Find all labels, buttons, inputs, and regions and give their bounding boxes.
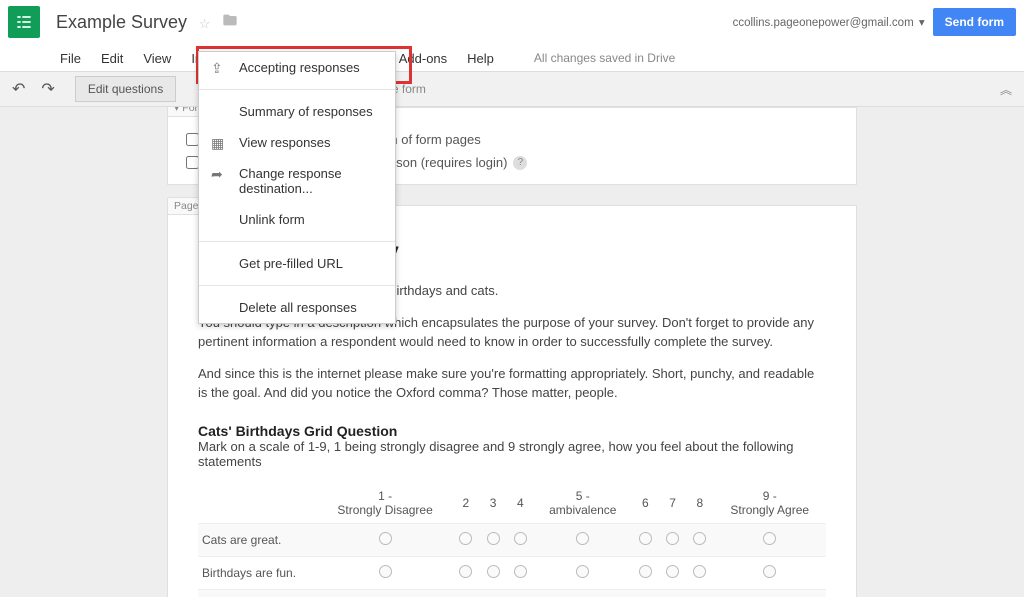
dropdown-prefilled-label: Get pre-filled URL <box>239 256 343 271</box>
dropdown-accepting-label: Accepting responses <box>239 60 360 75</box>
grid-radio[interactable] <box>576 565 589 578</box>
grid-radio[interactable] <box>487 532 500 545</box>
editor-canvas: ▾Form Settings Show progress bar at the … <box>0 107 1024 597</box>
grid-column-header: 3 <box>479 483 506 524</box>
question-title[interactable]: Cats' Birthdays Grid Question <box>198 423 826 439</box>
grid-radio[interactable] <box>576 532 589 545</box>
send-form-button[interactable]: Send form <box>933 8 1016 36</box>
grid-radio[interactable] <box>693 565 706 578</box>
dropdown-unlink-form[interactable]: Unlink form <box>199 204 395 235</box>
dropdown-change-destination[interactable]: ➦ Change response destination... <box>199 158 395 204</box>
doc-title[interactable]: Example Survey <box>56 12 187 33</box>
grid-radio[interactable] <box>487 565 500 578</box>
grid-column-header: 9 -Strongly Agree <box>713 483 826 524</box>
dropdown-view-responses[interactable]: ▦ View responses <box>199 127 395 158</box>
divider <box>199 241 395 242</box>
grid-radio[interactable] <box>459 565 472 578</box>
divider <box>199 89 395 90</box>
star-icon[interactable]: ☆ <box>199 16 211 32</box>
grid-radio[interactable] <box>666 532 679 545</box>
grid-row: Cat birthdays are the best birthdays. <box>198 589 826 597</box>
grid-column-header: 7 <box>659 483 686 524</box>
responses-dropdown: ⇪ Accepting responses Summary of respons… <box>198 51 396 324</box>
dropdown-delete-all-label: Delete all responses <box>239 300 357 315</box>
menu-view[interactable]: View <box>133 47 181 70</box>
menu-edit[interactable]: Edit <box>91 47 133 70</box>
grid-question-table: 1 -Strongly Disagree2345 -ambivalence678… <box>198 483 826 597</box>
account-dropdown-icon[interactable]: ▾ <box>919 17 925 29</box>
grid-column-header: 1 -Strongly Disagree <box>318 483 452 524</box>
save-status: All changes saved in Drive <box>534 51 675 65</box>
redo-button[interactable]: ↷ <box>41 79 54 99</box>
upload-icon: ⇪ <box>211 60 223 77</box>
grid-radio[interactable] <box>514 532 527 545</box>
chevron-down-icon[interactable]: ▾ <box>174 107 179 114</box>
edit-questions-button[interactable]: Edit questions <box>75 76 176 102</box>
dropdown-delete-all[interactable]: Delete all responses <box>199 292 395 323</box>
menu-file[interactable]: File <box>50 47 91 70</box>
forms-app-icon[interactable] <box>8 6 40 38</box>
dropdown-view-label: View responses <box>239 135 331 150</box>
grid-row: Cats are great. <box>198 523 826 556</box>
grid-radio[interactable] <box>666 565 679 578</box>
grid-radio[interactable] <box>514 565 527 578</box>
arrow-right-icon: ➦ <box>211 166 223 183</box>
grid-radio[interactable] <box>459 532 472 545</box>
grid-radio[interactable] <box>379 532 392 545</box>
grid-row: Birthdays are fun. <box>198 556 826 589</box>
grid-row-label: Cats are great. <box>198 523 318 556</box>
grid-radio[interactable] <box>639 565 652 578</box>
spreadsheet-icon: ▦ <box>211 135 224 152</box>
help-icon[interactable]: ? <box>513 156 527 170</box>
folder-icon[interactable] <box>222 12 238 31</box>
grid-column-header: 5 -ambivalence <box>534 483 632 524</box>
dropdown-unlink-label: Unlink form <box>239 212 305 227</box>
grid-row-label: Birthdays are fun. <box>198 556 318 589</box>
dropdown-change-dest-label: Change response destination... <box>239 166 342 196</box>
collapse-toolbar-icon[interactable]: ︽ <box>1000 81 1012 98</box>
grid-radio[interactable] <box>639 532 652 545</box>
grid-radio[interactable] <box>379 565 392 578</box>
dropdown-summary-label: Summary of responses <box>239 104 373 119</box>
dropdown-summary[interactable]: Summary of responses <box>199 96 395 127</box>
divider <box>199 285 395 286</box>
survey-desc-3: And since this is the internet please ma… <box>198 364 826 403</box>
grid-radio[interactable] <box>763 532 776 545</box>
grid-column-header: 6 <box>632 483 659 524</box>
undo-button[interactable]: ↶ <box>12 79 25 99</box>
grid-column-header: 2 <box>452 483 479 524</box>
grid-column-header: 8 <box>686 483 713 524</box>
menu-help[interactable]: Help <box>457 47 504 70</box>
menu-addons[interactable]: Add-ons <box>389 47 457 70</box>
grid-radio[interactable] <box>693 532 706 545</box>
grid-column-header: 4 <box>507 483 534 524</box>
grid-row-label: Cat birthdays are the best birthdays. <box>198 589 318 597</box>
grid-radio[interactable] <box>763 565 776 578</box>
account-email[interactable]: ccollins.pageonepower@gmail.com <box>733 17 914 29</box>
dropdown-accepting-responses[interactable]: ⇪ Accepting responses <box>199 52 395 83</box>
question-help: Mark on a scale of 1-9, 1 being strongly… <box>198 439 826 469</box>
dropdown-prefilled-url[interactable]: Get pre-filled URL <box>199 248 395 279</box>
